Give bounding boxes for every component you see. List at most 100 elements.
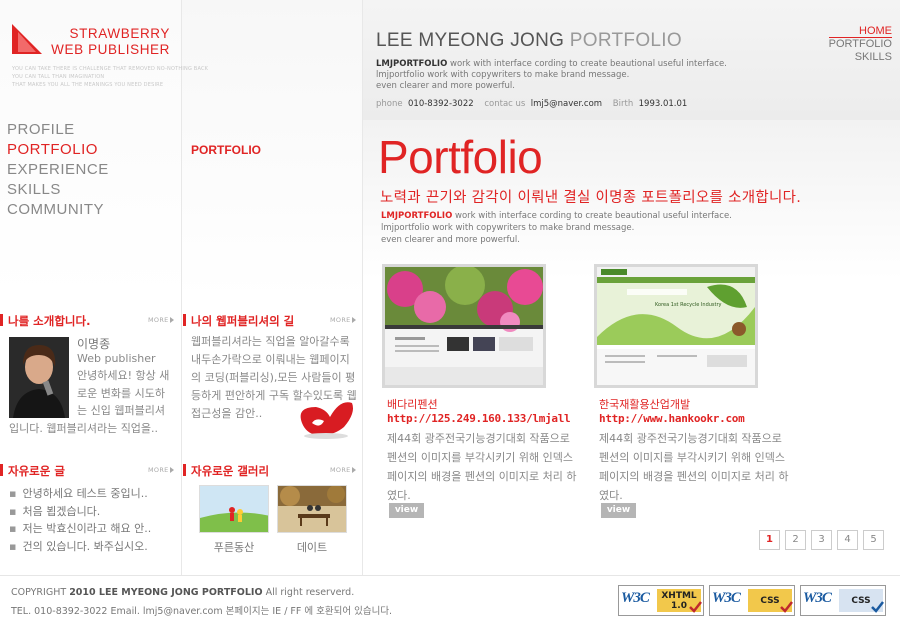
profile-role: Web publisher bbox=[77, 352, 156, 365]
view-button-2[interactable]: view bbox=[601, 503, 636, 518]
nav-profile[interactable]: PROFILE bbox=[7, 121, 75, 138]
copyright-prefix: COPYRIGHT bbox=[11, 587, 67, 598]
pension-site-screenshot-icon bbox=[385, 267, 543, 385]
board-more-label: MORE bbox=[148, 466, 169, 474]
intro-box-title: 나를 소개합니다. bbox=[8, 314, 91, 328]
red-chair-icon bbox=[300, 402, 353, 439]
profile-name: 이명종 bbox=[77, 337, 111, 351]
logo-tagline-1: YOU CAN TAKE THERE IS CHALLENGE THAT REM… bbox=[12, 66, 209, 72]
header-intro-line3: even clearer and more powerful. bbox=[376, 81, 515, 91]
main-intro-line2: lmjportfolio work with copywriters to ma… bbox=[381, 223, 635, 233]
gallery-more-label: MORE bbox=[330, 466, 351, 474]
w3c-css-badge[interactable]: W3C CSS bbox=[709, 585, 795, 616]
work-thumbnail-2[interactable] bbox=[594, 264, 758, 388]
header-intro-line2: lmjportfolio work with copywriters to ma… bbox=[376, 70, 630, 80]
site-title: LEE MYEONG JONG PORTFOLIO bbox=[376, 30, 682, 52]
w3c-logo-icon: W3C bbox=[712, 590, 741, 606]
top-nav-portfolio[interactable]: PORTFOLIO bbox=[829, 38, 892, 50]
email-label: contac us bbox=[484, 99, 526, 109]
board-list-item[interactable]: 저는 박효신이라고 해요 안.. bbox=[9, 520, 151, 536]
board-box-bar bbox=[0, 464, 3, 476]
intro-box-bar bbox=[0, 314, 3, 326]
gallery-caption-2: 데이트 bbox=[296, 541, 328, 554]
view-button-1[interactable]: view bbox=[389, 503, 424, 518]
board-list-item[interactable]: 건의 있습니다. 봐주십시오. bbox=[9, 538, 147, 554]
work-desc-2: 제44회 광주전국기능경기대회 작품으로 펜션의 이미지를 부각시키기 위해 인… bbox=[599, 432, 789, 502]
work-url-2[interactable]: http://www.hankookr.com bbox=[599, 412, 745, 425]
work-url-1[interactable]: http://125.249.160.133/lmjall bbox=[387, 412, 571, 425]
blue-check-icon bbox=[871, 601, 884, 613]
profile-text: 안녕하세요! 항상 새로운 변화를 시도하는 신입 웹퍼블리셔 bbox=[77, 369, 170, 417]
copyright-owner: 2010 LEE MYEONG JONG PORTFOLIO bbox=[69, 587, 263, 598]
gallery-thumb-2[interactable] bbox=[277, 485, 347, 533]
gallery-caption-1: 푸른동산 bbox=[213, 541, 255, 554]
page-button-1[interactable]: 1 bbox=[759, 530, 780, 550]
more-arrow-icon bbox=[351, 467, 356, 473]
phone-label: phone bbox=[376, 99, 403, 109]
nav-portfolio[interactable]: PORTFOLIO bbox=[7, 141, 98, 158]
top-nav-home[interactable]: HOME bbox=[829, 25, 892, 38]
main-intro-text1: work with interface cording to create be… bbox=[452, 211, 732, 221]
gallery-box-title: 자유로운 갤러리 bbox=[191, 464, 270, 478]
site-title-main: LEE MYEONG JONG bbox=[376, 30, 565, 51]
gallery-thumb-1[interactable] bbox=[199, 485, 269, 533]
page-subheading: 노력과 끈기와 감각이 이뤄낸 결실 이명종 포트폴리오를 소개합니다. bbox=[380, 190, 802, 206]
main-intro-line3: even clearer and more powerful. bbox=[381, 235, 520, 245]
board-list-item[interactable]: 안녕하세요 테스트 중입니.. bbox=[9, 485, 147, 501]
header-intro-text1: work with interface cording to create be… bbox=[447, 59, 727, 69]
profile-text-bottom: 입니다. 웹퍼블리셔라는 직업을.. bbox=[9, 422, 159, 435]
page-button-5[interactable]: 5 bbox=[863, 530, 884, 550]
board-list-item[interactable]: 처음 뵙겠습니다. bbox=[9, 503, 100, 519]
site-title-accent: PORTFOLIO bbox=[569, 30, 682, 51]
red-check-icon bbox=[689, 601, 702, 613]
w3c-xhtml-badge[interactable]: W3C XHTML 1.0 bbox=[618, 585, 704, 616]
copyright-suffix: All right reserverd. bbox=[265, 587, 355, 598]
more-arrow-icon bbox=[169, 317, 174, 323]
nav-community[interactable]: COMMUNITY bbox=[7, 201, 104, 218]
header-intro-bold: LMJPORTFOLIO bbox=[376, 59, 448, 69]
top-nav-skills[interactable]: SKILLS bbox=[855, 51, 892, 63]
header-intro-line1: LMJPORTFOLIO work with interface cording… bbox=[376, 59, 727, 70]
work-title-2[interactable]: 한국재활용산업개발 bbox=[599, 396, 690, 412]
intro-more-button[interactable]: MORE bbox=[148, 316, 174, 324]
more-arrow-icon bbox=[169, 467, 174, 473]
red-check-icon bbox=[780, 601, 793, 613]
logo-line2: WEB PUBLISHER bbox=[51, 42, 170, 57]
page-button-3[interactable]: 3 bbox=[811, 530, 832, 550]
logo[interactable]: STRAWBERRY WEB PUBLISHER bbox=[46, 26, 170, 58]
page-button-2[interactable]: 2 bbox=[785, 530, 806, 550]
page-heading: Portfolio bbox=[378, 131, 543, 183]
logo-tagline-3: THAT MAKES YOU ALL THE MEANINGS YOU NEED… bbox=[12, 82, 164, 88]
work-thumbnail-1[interactable] bbox=[382, 264, 546, 388]
board-box-title: 자유로운 글 bbox=[8, 464, 65, 478]
recycle-site-screenshot-icon bbox=[597, 267, 755, 385]
main-intro-line1: LMJPORTFOLIO work with interface cording… bbox=[381, 211, 732, 223]
main-intro-bold: LMJPORTFOLIO bbox=[381, 211, 453, 221]
contact-info: phone 010-8392-3022 contac us lmj5@naver… bbox=[376, 99, 695, 109]
birth-value: 1993.01.01 bbox=[638, 99, 688, 109]
gallery-more-button[interactable]: MORE bbox=[330, 466, 356, 474]
logo-line1: STRAWBERRY bbox=[69, 26, 170, 41]
green-hill-photo-icon bbox=[200, 486, 268, 532]
w3c-logo-icon: W3C bbox=[803, 590, 832, 606]
board-more-button[interactable]: MORE bbox=[148, 466, 174, 474]
nav-skills[interactable]: SKILLS bbox=[7, 181, 61, 198]
intro-more-label: MORE bbox=[148, 316, 169, 324]
gallery-box-bar bbox=[183, 464, 186, 476]
nav-experience[interactable]: EXPERIENCE bbox=[7, 161, 109, 178]
email-value[interactable]: lmj5@naver.com bbox=[531, 99, 602, 109]
path-box-title: 나의 웹퍼블리셔의 길 bbox=[191, 314, 295, 328]
more-arrow-icon bbox=[351, 317, 356, 323]
phone-value: 010-8392-3022 bbox=[408, 99, 474, 109]
recycle-thumb-caption: Korea 1st Recycle Industry bbox=[655, 302, 722, 308]
logo-tagline-2: YOU CAN TALL THAN IMAGINATION bbox=[12, 74, 105, 80]
work-title-1[interactable]: 배다리펜션 bbox=[387, 396, 438, 412]
page-button-4[interactable]: 4 bbox=[837, 530, 858, 550]
logo-mark-icon[interactable] bbox=[12, 24, 42, 54]
path-more-label: MORE bbox=[330, 316, 351, 324]
w3c-css-badge-blue[interactable]: W3C CSS bbox=[800, 585, 886, 616]
footer-copyright: COPYRIGHT 2010 LEE MYEONG JONG PORTFOLIO… bbox=[11, 587, 354, 598]
path-box-bar bbox=[183, 314, 186, 326]
path-more-button[interactable]: MORE bbox=[330, 316, 356, 324]
bench-photo-icon bbox=[278, 486, 346, 532]
